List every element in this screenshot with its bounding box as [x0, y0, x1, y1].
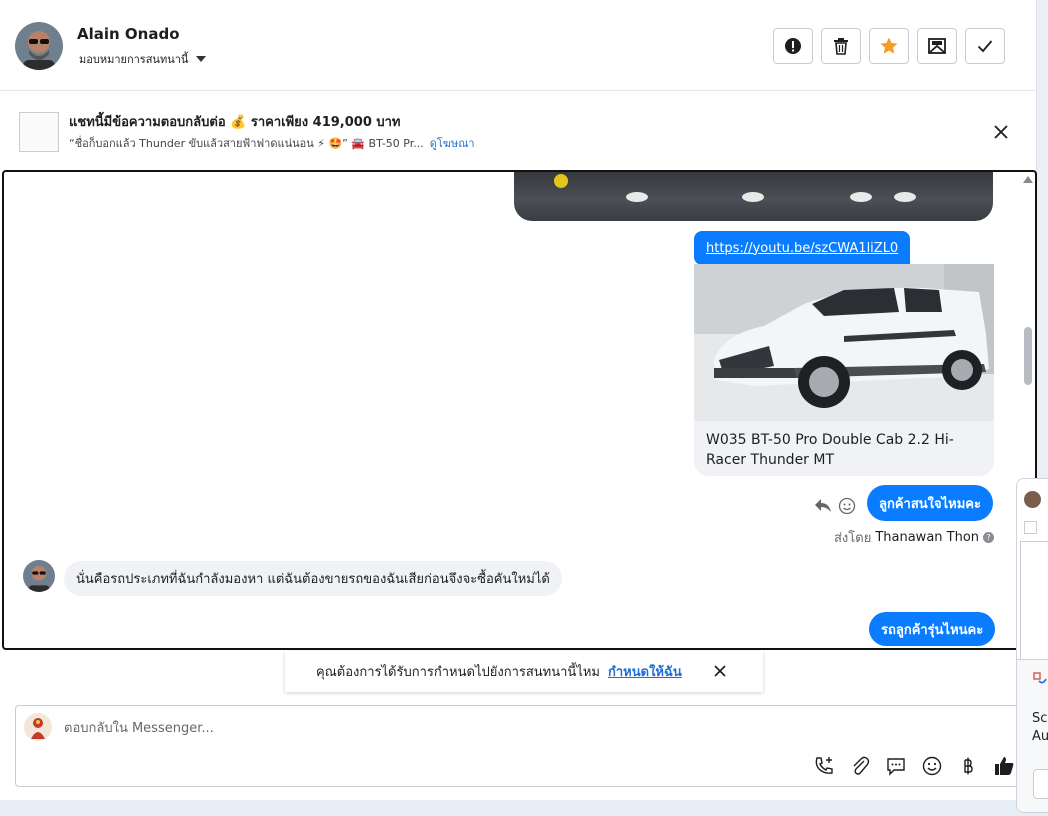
chat-bubble-icon: [886, 757, 905, 776]
sent-by-label: ส่งโดย Thanawan Thon ?: [834, 527, 995, 548]
ad-banner-text: “ชื่อก็บอกแล้ว Thunder ขับแล้วสายฟ้าฟาดแ…: [69, 137, 424, 150]
baht-icon: [963, 757, 973, 774]
ad-thumbnail[interactable]: [19, 112, 59, 152]
engine-photo-message[interactable]: [514, 172, 993, 221]
contact-name: Alain Onado: [77, 25, 180, 43]
assign-label: มอบหมายการสนทนานี้: [79, 53, 189, 66]
like-button[interactable]: [991, 753, 1016, 778]
contact-avatar[interactable]: [15, 22, 63, 70]
ad-banner-subtitle: “ชื่อก็บอกแล้ว Thunder ขับแล้วสายฟ้าฟาดแ…: [69, 134, 475, 152]
sender-name: Thanawan Thon: [875, 530, 980, 545]
engine-bolt: [894, 192, 916, 202]
car-photo: [694, 264, 994, 421]
ad-reply-banner: แชทนี้มีข้อความตอบกลับต่อ 💰 ราคาเพียง 41…: [0, 91, 1037, 171]
emoji-button[interactable]: [919, 753, 944, 778]
reply-icon[interactable]: [814, 497, 832, 513]
message-thread[interactable]: https://youtu.be/szCWA1liZL0 W035 BT-50 …: [2, 170, 1037, 650]
saved-replies-button[interactable]: [883, 753, 908, 778]
contact-avatar-small[interactable]: [23, 560, 55, 592]
engine-bolt: [850, 192, 872, 202]
popup-text-line: Au: [1032, 729, 1048, 744]
sent-by-prefix: ส่งโดย: [834, 531, 872, 546]
close-icon[interactable]: [712, 663, 728, 679]
link-preview-card[interactable]: W035 BT-50 Pro Double Cab 2.2 Hi-Racer T…: [694, 264, 994, 476]
scrollbar-thumb[interactable]: [1024, 327, 1032, 385]
reply-input[interactable]: [64, 717, 764, 739]
star-button[interactable]: [869, 28, 909, 64]
attach-button[interactable]: [847, 753, 872, 778]
popup-text-box[interactable]: [1020, 541, 1048, 661]
thumbs-up-icon: [994, 756, 1013, 775]
popup-avatar: [1024, 491, 1041, 508]
app-logo-icon: [1033, 672, 1047, 684]
call-button[interactable]: [811, 753, 836, 778]
phone-plus-icon: [815, 756, 833, 774]
caret-down-icon: [196, 56, 207, 62]
trash-icon: [834, 38, 848, 55]
alert-icon: [785, 38, 801, 54]
engine-cap: [554, 174, 568, 188]
assign-reminder-text: คุณต้องการได้รับการกำหนดไปยังการสนทนานี้…: [316, 665, 600, 680]
assign-to-me-link[interactable]: กำหนดให้ฉัน: [608, 661, 682, 682]
envelope-icon: [928, 38, 946, 54]
scroll-up-arrow-icon[interactable]: [1023, 176, 1033, 183]
mark-spam-button[interactable]: [773, 28, 813, 64]
assign-reminder-toast: คุณต้องการได้รับการกำหนดไปยังการสนทนานี้…: [285, 651, 763, 692]
paperclip-icon: [853, 756, 869, 775]
view-ad-link[interactable]: ดูโฆษณา: [430, 134, 475, 152]
link-preview-title: W035 BT-50 Pro Double Cab 2.2 Hi-Racer T…: [706, 432, 954, 468]
message-composer: [15, 705, 1025, 787]
payment-button[interactable]: [955, 753, 980, 778]
outgoing-message-interest[interactable]: ลูกค้าสนใจไหมคะ: [867, 485, 993, 521]
header-actions: [773, 28, 1005, 64]
assign-conversation-dropdown[interactable]: มอบหมายการสนทนานี้: [79, 50, 207, 68]
popup-text-line: Scr: [1032, 711, 1048, 726]
delete-button[interactable]: [821, 28, 861, 64]
smiley-icon[interactable]: [838, 497, 856, 515]
incoming-message[interactable]: นั่นคือรถประเภทที่ฉันกำลังมองหา แต่ฉันต้…: [64, 561, 562, 596]
composer-toolbar: [811, 753, 1016, 778]
smiley-icon: [922, 756, 941, 775]
engine-bolt: [742, 192, 764, 202]
ad-banner-title: แชทนี้มีข้อความตอบกลับต่อ 💰 ราคาเพียง 41…: [69, 115, 401, 130]
popup-button[interactable]: [1033, 769, 1048, 799]
mark-unread-button[interactable]: [917, 28, 957, 64]
outgoing-message-model[interactable]: รถลูกค้ารุ่นไหนคะ: [869, 612, 996, 646]
star-icon: [880, 37, 898, 54]
conversation-panel: Alain Onado มอบหมายการสนทนานี้ แชทนี้มีข…: [0, 0, 1037, 800]
side-popup-panel[interactable]: Scr Au: [1016, 478, 1048, 813]
help-icon[interactable]: ?: [983, 532, 995, 543]
popup-thumbnail: [1024, 521, 1037, 534]
checkmark-icon: [977, 40, 993, 53]
page-avatar: [24, 713, 52, 741]
close-icon[interactable]: [991, 122, 1011, 142]
link-message[interactable]: https://youtu.be/szCWA1liZL0: [694, 231, 911, 265]
engine-bolt: [626, 192, 648, 202]
message-actions: [814, 497, 856, 515]
mark-done-button[interactable]: [965, 28, 1005, 64]
conversation-header: Alain Onado มอบหมายการสนทนานี้: [0, 0, 1037, 91]
